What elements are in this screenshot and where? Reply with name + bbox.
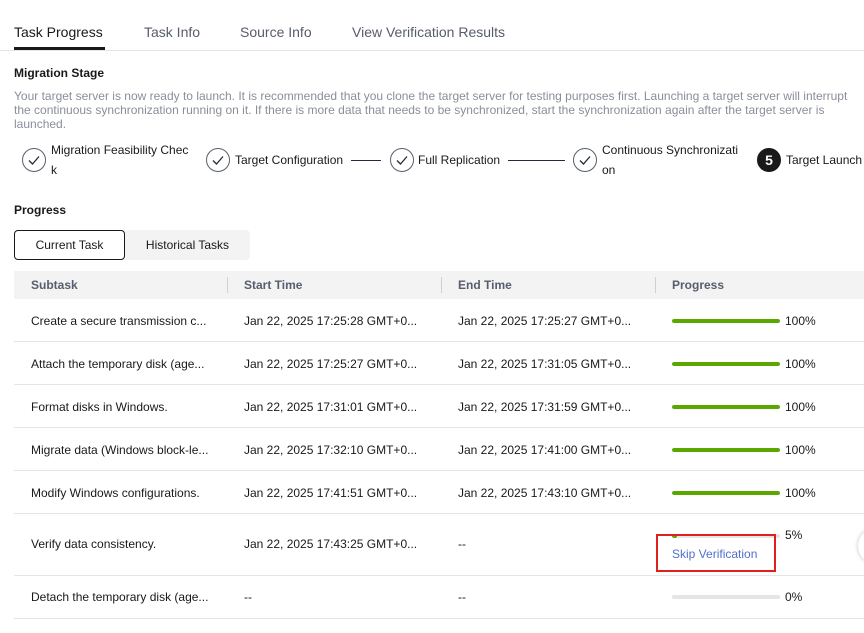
progress-percent: 100% [785, 357, 816, 371]
end-time: Jan 22, 2025 17:43:10 GMT+0... [458, 486, 632, 500]
table-header: Subtask Start Time End Time Progress [14, 271, 864, 299]
step-label-feasibility-check: Migration Feasibility Chec [51, 143, 189, 157]
start-time: Jan 22, 2025 17:25:28 GMT+0... [244, 314, 418, 328]
start-time: Jan 22, 2025 17:31:01 GMT+0... [244, 400, 418, 414]
step-label-target-configuration: Target Configuration [235, 153, 344, 167]
table-row: Verify data consistency. Jan 22, 2025 17… [14, 514, 864, 576]
column-header-start-time: Start Time [244, 278, 303, 292]
column-header-subtask: Subtask [31, 278, 78, 292]
migration-stage-title: Migration Stage [14, 66, 105, 80]
table-row: Create a secure transmission c... Jan 22… [14, 299, 864, 342]
subtask-name: Create a secure transmission c... [31, 314, 207, 328]
start-time: -- [244, 590, 252, 604]
progress-bar [672, 405, 780, 409]
subtask-name: Attach the temporary disk (age... [31, 357, 205, 371]
progress-percent: 100% [785, 486, 816, 500]
step-label-continuous-sync: Continuous Synchronizati [602, 143, 739, 157]
progress-subtab-group: Current Task Historical Tasks [14, 230, 250, 260]
migration-steps: Migration Feasibility Chec k Target Conf… [0, 140, 864, 180]
start-time: Jan 22, 2025 17:32:10 GMT+0... [244, 443, 418, 457]
step-complete-icon [573, 148, 597, 172]
end-time: Jan 22, 2025 17:25:27 GMT+0... [458, 314, 632, 328]
step-label-feasibility-check-wrap: k [51, 163, 57, 177]
step-number-badge: 5 [757, 148, 781, 172]
column-header-progress: Progress [672, 278, 725, 292]
progress-bar-fill [672, 362, 780, 366]
step-label-target-launch: Target Launch [786, 153, 863, 167]
step-connector [351, 160, 381, 161]
migration-stage-description: Your target server is now ready to launc… [14, 89, 848, 131]
step-complete-icon [206, 148, 230, 172]
tab-source-info[interactable]: Source Info [240, 24, 312, 40]
progress-percent: 100% [785, 400, 816, 414]
tab-view-verification-results[interactable]: View Verification Results [352, 24, 505, 40]
progress-bar [672, 595, 780, 599]
table-row: Migrate data (Windows block-le... Jan 22… [14, 428, 864, 471]
subtask-name: Format disks in Windows. [31, 400, 168, 414]
subtask-name: Detach the temporary disk (age... [31, 590, 209, 604]
progress-section-title: Progress [14, 203, 67, 217]
end-time: -- [458, 537, 466, 551]
column-divider [441, 277, 442, 293]
table-row: Attach the temporary disk (age... Jan 22… [14, 342, 864, 385]
end-time: -- [458, 590, 466, 604]
table-row: Modify Windows configurations. Jan 22, 2… [14, 471, 864, 514]
progress-bar-fill [672, 319, 780, 323]
progress-percent: 100% [785, 314, 816, 328]
progress-bar [672, 448, 780, 452]
progress-percent: 0% [785, 590, 803, 604]
end-time: Jan 22, 2025 17:31:05 GMT+0... [458, 357, 632, 371]
progress-bar [672, 319, 780, 323]
tab-task-info[interactable]: Task Info [144, 24, 200, 40]
subtask-name: Modify Windows configurations. [31, 486, 200, 500]
subtask-name: Migrate data (Windows block-le... [31, 443, 209, 457]
progress-percent: 5% [785, 528, 803, 542]
start-time: Jan 22, 2025 17:25:27 GMT+0... [244, 357, 418, 371]
column-header-end-time: End Time [458, 278, 512, 292]
subtab-historical-tasks[interactable]: Historical Tasks [125, 230, 250, 260]
step-label-full-replication: Full Replication [418, 153, 501, 167]
step-complete-icon [22, 148, 46, 172]
active-tab-indicator [14, 47, 105, 50]
progress-bar-fill [672, 491, 780, 495]
start-time: Jan 22, 2025 17:43:25 GMT+0... [244, 537, 418, 551]
progress-percent: 100% [785, 443, 816, 457]
column-divider [655, 277, 656, 293]
skip-verification-link[interactable]: Skip Verification [672, 547, 757, 561]
column-divider [227, 277, 228, 293]
table-row: Format disks in Windows. Jan 22, 2025 17… [14, 385, 864, 428]
tab-task-progress[interactable]: Task Progress [14, 24, 103, 40]
table-row: Detach the temporary disk (age... -- -- … [14, 576, 864, 619]
progress-bar [672, 491, 780, 495]
progress-bar-fill [672, 448, 780, 452]
subtask-name: Verify data consistency. [31, 537, 157, 551]
end-time: Jan 22, 2025 17:31:59 GMT+0... [458, 400, 632, 414]
tab-bar: Task Progress Task Info Source Info View… [0, 0, 864, 51]
end-time: Jan 22, 2025 17:41:00 GMT+0... [458, 443, 632, 457]
step-label-continuous-sync-wrap: on [602, 163, 616, 177]
step-connector [508, 160, 565, 161]
subtab-current-task[interactable]: Current Task [14, 230, 125, 260]
progress-bar-fill [672, 405, 780, 409]
subtask-table: Subtask Start Time End Time Progress Cre… [14, 271, 864, 619]
progress-bar [672, 362, 780, 366]
start-time: Jan 22, 2025 17:41:51 GMT+0... [244, 486, 418, 500]
step-complete-icon [390, 148, 414, 172]
